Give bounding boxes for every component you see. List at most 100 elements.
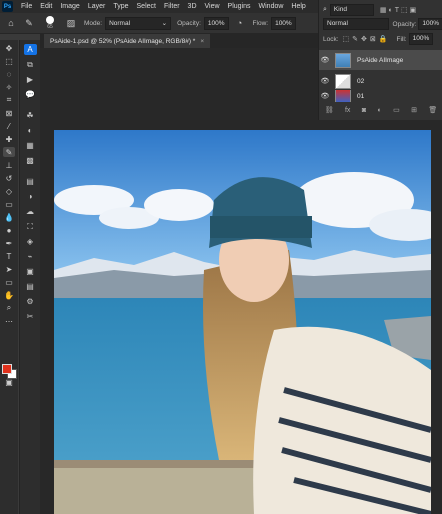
eye-icon[interactable]: 👁 [319, 92, 331, 100]
lock-icons[interactable]: ⬚✎✥⊠🔒 [343, 35, 391, 43]
swatches-panel-icon[interactable]: ▦ [24, 140, 37, 151]
link-icon[interactable]: ⛓ [325, 106, 334, 114]
menu-type[interactable]: Type [109, 3, 132, 10]
opacity-input[interactable]: 100% [203, 16, 229, 30]
eyedropper-tool-icon[interactable]: ⁄ [3, 121, 15, 131]
lock-label: Lock: [323, 35, 339, 43]
menu-filter[interactable]: Filter [160, 3, 184, 10]
move-tool-icon[interactable]: ✥ [3, 43, 15, 53]
frame-tool-icon[interactable]: ⊠ [3, 108, 15, 118]
menu-image[interactable]: Image [56, 3, 83, 10]
history-brush-tool-icon[interactable]: ↺ [3, 173, 15, 183]
glyphs-panel-icon[interactable]: ⚙ [24, 296, 37, 307]
photoshop-logo: Ps [2, 1, 13, 12]
hand-tool-icon[interactable]: ✋ [3, 290, 15, 300]
marquee-tool-icon[interactable]: ⬚ [3, 56, 15, 66]
trash-icon[interactable]: 🗑 [428, 106, 437, 114]
mode-value: Normal [109, 19, 131, 27]
new-layer-icon[interactable]: ⊞ [411, 106, 417, 114]
properties-panel-icon[interactable]: ▤ [24, 176, 37, 187]
gradient-tool-icon[interactable]: ▭ [3, 199, 15, 209]
color-panel-icon[interactable]: ◑ [24, 191, 37, 202]
document-tab[interactable]: PsAide-1.psd @ 52% (PsAide AIImage, RGB/… [44, 34, 211, 48]
lasso-tool-icon[interactable]: ◌ [3, 69, 15, 79]
folder-icon[interactable]: ▭ [393, 106, 400, 114]
fx-icon[interactable]: fx [345, 107, 350, 114]
foreground-color-swatch[interactable] [2, 364, 12, 374]
filter-kind-select[interactable]: Kind [329, 4, 374, 16]
layer-name: 02 [357, 77, 365, 85]
adobe-ai-icon[interactable]: A [23, 44, 37, 55]
document-canvas[interactable] [54, 130, 431, 514]
fill-label: Fill: [396, 35, 407, 43]
patterns-panel-icon[interactable]: ▩ [24, 155, 37, 166]
menu-view[interactable]: View [201, 3, 224, 10]
zoom-tool-icon[interactable]: ⌕ [3, 303, 15, 313]
eye-icon[interactable]: 👁 [319, 56, 331, 64]
brush-preset-picker[interactable]: 65 [40, 16, 60, 30]
eye-icon[interactable]: 👁 [319, 77, 331, 85]
menu-3d[interactable]: 3D [184, 3, 201, 10]
layer-row[interactable]: 👁 01 [319, 90, 442, 102]
flow-input[interactable]: 100% [271, 16, 296, 30]
menu-plugins[interactable]: Plugins [224, 3, 255, 10]
opacity-label: Opacity: [177, 19, 201, 27]
brush-settings-icon[interactable]: ▨ [64, 16, 78, 30]
brush-tool-icon[interactable]: ✎ [3, 147, 15, 157]
rectangle-tool-icon[interactable]: ▭ [3, 277, 15, 287]
menu-edit[interactable]: Edit [36, 3, 56, 10]
blend-row: Normal Opacity: 100% [319, 18, 442, 30]
layer-name: 01 [357, 92, 365, 100]
actions-panel-icon[interactable]: ▶ [24, 74, 37, 85]
document-tab-bar: PsAide-1.psd @ 52% (PsAide AIImage, RGB/… [40, 34, 318, 48]
lock-row: Lock: ⬚✎✥⊠🔒 Fill: 100% [319, 33, 442, 45]
layers-filter-row: ⌕ Kind ▦◐T⬚▣ [319, 4, 442, 16]
crop-tool-icon[interactable]: ⌗ [3, 95, 15, 105]
filter-icons[interactable]: ▦◐T⬚▣ [380, 6, 418, 14]
layer-thumbnail [335, 52, 351, 68]
dodge-tool-icon[interactable]: ● [3, 225, 15, 235]
comments-panel-icon[interactable]: 💬 [24, 89, 37, 100]
layer-row[interactable]: 👁 02 [319, 71, 442, 91]
close-icon[interactable]: × [200, 38, 204, 45]
libraries-panel-icon[interactable]: ☁ [24, 206, 37, 217]
menu-layer[interactable]: Layer [84, 3, 110, 10]
blur-tool-icon[interactable]: 💧 [3, 212, 15, 222]
mode-select[interactable]: Normal ⌄ [105, 16, 172, 30]
layer-thumbnail [335, 90, 351, 102]
eraser-tool-icon[interactable]: ◇ [3, 186, 15, 196]
chevron-down-icon: ⌄ [161, 19, 168, 27]
quick-select-tool-icon[interactable]: ✧ [3, 82, 15, 92]
menu-select[interactable]: Select [133, 3, 160, 10]
pressure-opacity-icon[interactable]: ◔ [233, 16, 247, 30]
layers-panel: ⌕ Kind ▦◐T⬚▣ Normal Opacity: 100% Lock: … [318, 0, 442, 120]
adjustments-panel-icon[interactable]: ◐ [24, 125, 37, 136]
history-panel-icon[interactable]: ⧉ [24, 59, 37, 70]
healing-brush-tool-icon[interactable]: ✚ [3, 134, 15, 144]
blend-mode-select[interactable]: Normal [323, 18, 389, 30]
layer-opacity-input[interactable]: 100% [418, 18, 442, 30]
menu-file[interactable]: File [17, 3, 36, 10]
layer-row[interactable]: 👁 PsAide AIImage [319, 50, 442, 70]
fill-input[interactable]: 100% [408, 33, 434, 45]
more-tools-icon[interactable]: ⋯ [3, 316, 15, 326]
channels-panel-icon[interactable]: ◈ [24, 236, 37, 247]
pen-tool-icon[interactable]: ✒ [3, 238, 15, 248]
home-icon[interactable]: ⌂ [4, 16, 18, 30]
info-panel-icon[interactable]: ▣ [24, 266, 37, 277]
menu-help[interactable]: Help [287, 3, 309, 10]
type-tool-icon[interactable]: T [3, 251, 15, 261]
mask-icon[interactable]: ◙ [362, 107, 366, 114]
timeline-panel-icon[interactable]: ✂ [24, 311, 37, 322]
paths-panel-icon[interactable]: ⌁ [24, 251, 37, 262]
stamp-tool-icon[interactable]: ⊥ [3, 160, 15, 170]
3d-panel-icon[interactable]: ⛶ [24, 221, 37, 232]
flow-label: Flow: [252, 19, 269, 27]
panel-icons-strip: A ⧉ ▶ 💬 ☘ ◐ ▦ ▩ ▤ ◑ ☁ ⛶ ◈ ⌁ ▣ ▤ ⚙ ✂ [19, 40, 40, 514]
notes-panel-icon[interactable]: ▤ [24, 281, 37, 292]
path-select-tool-icon[interactable]: ➤ [3, 264, 15, 274]
brush-panel-icon[interactable]: ☘ [24, 110, 37, 121]
menu-window[interactable]: Window [255, 3, 288, 10]
brush-tool-icon[interactable]: ✎ [22, 16, 36, 30]
adjustment-icon[interactable]: ◐ [377, 107, 381, 114]
